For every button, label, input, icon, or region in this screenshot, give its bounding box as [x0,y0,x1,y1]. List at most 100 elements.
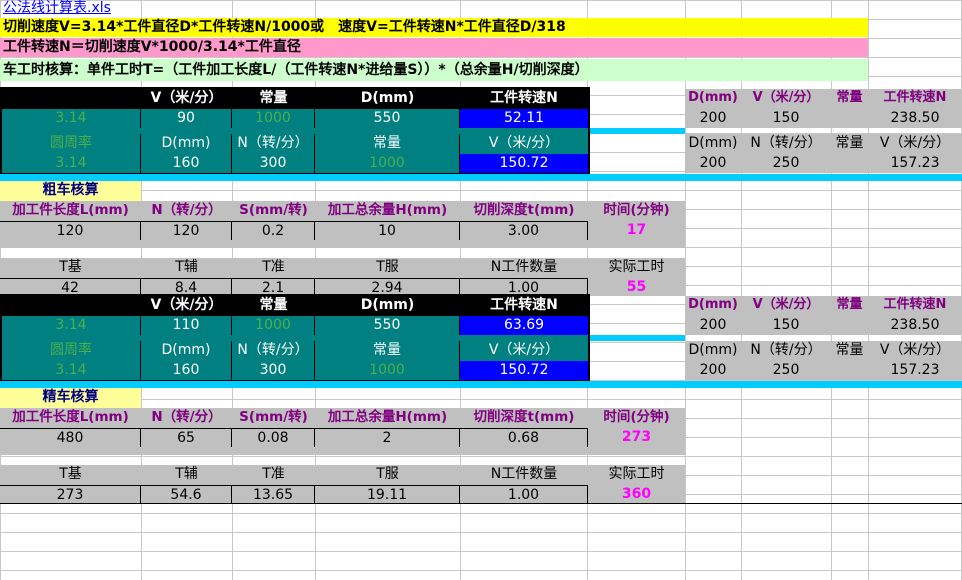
cell-allowance[interactable]: 2 [315,428,460,447]
header-diameter: D(mm) [315,89,460,109]
cell-length[interactable]: 120 [0,221,141,240]
cell-rpm-input[interactable]: 300 [232,361,315,380]
header-t-prep: T准 [262,466,285,482]
cell-rpm-result[interactable]: 52.11 [460,109,588,128]
side-rpm-value-2[interactable]: 250 [741,361,831,380]
file-hyperlink[interactable]: 公法线计算表.xls [0,0,200,17]
side-header-speed: V（米/分） [741,89,831,109]
label-rpm: N（转/分） [232,341,315,361]
header-quantity: N工件数量 [490,259,558,275]
side-rpm-value[interactable]: 238.50 [868,109,962,128]
cell-actual-time[interactable]: 360 [588,485,685,503]
cell-constant[interactable]: 1000 [232,109,315,128]
label-rpm: N（转/分） [232,134,315,154]
cell-pi[interactable]: 3.14 [2,109,141,128]
side-constant-value-2[interactable] [831,361,868,380]
label-constant: 常量 [315,134,460,154]
side-label-rpm: N（转/分） [741,134,831,154]
side-rpm-value[interactable]: 238.50 [868,316,962,335]
header-constant: 常量 [232,296,315,316]
side-diameter-value[interactable]: 200 [685,109,741,128]
side-constant-value[interactable] [831,316,868,335]
formula-time: 车工时核算：单件工时T=（工件加工长度L/（工件转速N*进给量S））*（总余量H… [0,59,868,81]
cell-pi-2[interactable]: 3.14 [2,154,141,173]
cell-speed-input[interactable]: 110 [141,316,232,335]
header-time: 时间(分钟) [603,202,670,218]
cell-depth[interactable]: 3.00 [460,221,588,240]
cell-speed-result[interactable]: 150.72 [460,361,588,380]
label-speed: V（米/分） [460,134,588,154]
cell-rpm-param[interactable]: 65 [141,428,232,447]
header-speed: V（米/分） [141,296,232,316]
label-diameter: D(mm) [141,341,232,361]
cell-pi-2[interactable]: 3.14 [2,361,141,380]
header-rpm-param: N（转/分） [151,409,222,425]
cell-time[interactable]: 17 [588,221,685,240]
side-speed-value[interactable]: 150 [741,109,831,128]
cell-t-prep[interactable]: 13.65 [232,485,315,503]
cell-length[interactable]: 480 [0,428,141,447]
side-header-constant: 常量 [831,89,868,109]
cell-t-base[interactable]: 273 [0,485,141,503]
side-constant-value-2[interactable] [831,154,868,173]
cell-constant-2[interactable]: 1000 [315,361,460,380]
side-constant-value[interactable] [831,109,868,128]
side-speed-value[interactable]: 150 [741,316,831,335]
cell-time[interactable]: 273 [588,428,685,447]
formula-speed: 切削速度V=3.14*工件直径D*工件转速N/1000或 速度V=工件转速N*工… [0,18,868,37]
side-label-diameter: D(mm) [685,134,741,154]
cell-feed[interactable]: 0.08 [232,428,315,447]
header-length: 加工件长度L(mm) [12,409,129,425]
header-depth: 切削深度t(mm) [473,202,575,218]
side-label-speed: V（米/分） [868,341,962,361]
side-label-constant: 常量 [831,134,868,154]
side-diameter-value[interactable]: 200 [685,316,741,335]
side-header-diameter: D(mm) [685,296,741,316]
side-diameter-value-2[interactable]: 200 [685,154,741,173]
cell-depth[interactable]: 0.68 [460,428,588,447]
cell-constant-2[interactable]: 1000 [315,154,460,173]
cell-diameter-input[interactable]: 550 [315,316,460,335]
header-allowance: 加工总余量H(mm) [327,409,448,425]
spreadsheet-grid[interactable]: 公法线计算表.xls 切削速度V=3.14*工件直径D*工件转速N/1000或 … [0,0,962,580]
cell-constant[interactable]: 1000 [232,316,315,335]
header-feed: S(mm/转) [239,409,308,425]
side-speed-value-2[interactable]: 157.23 [868,154,962,173]
cell-allowance[interactable]: 10 [315,221,460,240]
side-label-constant: 常量 [831,341,868,361]
cell-diameter-input-2[interactable]: 160 [141,154,232,173]
header-t-base: T基 [59,466,82,482]
header-actual-time: 实际工时 [608,466,665,482]
separator-bar [0,381,962,388]
cell-speed-input[interactable]: 90 [141,109,232,128]
cell-quantity[interactable]: 1.00 [460,485,588,503]
side-diameter-value-2[interactable]: 200 [685,361,741,380]
header-t-aux: T辅 [175,259,198,275]
cell-rpm-param[interactable]: 120 [141,221,232,240]
cell-actual-time[interactable]: 55 [588,278,685,296]
side-rpm-value-2[interactable]: 250 [741,154,831,173]
cell-t-service[interactable]: 19.11 [315,485,460,503]
label-diameter: D(mm) [141,134,232,154]
label-pi: 圆周率 [2,341,141,361]
cell-feed[interactable]: 0.2 [232,221,315,240]
cell-diameter-input[interactable]: 550 [315,109,460,128]
side-label-diameter: D(mm) [685,341,741,361]
side-header-constant: 常量 [831,296,868,316]
header-time: 时间(分钟) [603,409,670,425]
header-actual-time: 实际工时 [608,259,665,275]
cell-t-aux[interactable]: 54.6 [141,485,232,503]
header-feed: S(mm/转) [239,202,308,218]
cell-rpm-input[interactable]: 300 [232,154,315,173]
label-constant: 常量 [315,341,460,361]
cell-pi[interactable]: 3.14 [2,316,141,335]
cell-rpm-result[interactable]: 63.69 [460,316,588,335]
side-label-rpm: N（转/分） [741,341,831,361]
header-speed: V（米/分） [141,89,232,109]
side-speed-value-2[interactable]: 157.23 [868,361,962,380]
label-pi: 圆周率 [2,134,141,154]
cell-diameter-input-2[interactable]: 160 [141,361,232,380]
cell-speed-result[interactable]: 150.72 [460,154,588,173]
side-header-rpm: 工件转速N [868,89,962,109]
side-header-diameter: D(mm) [685,89,741,109]
